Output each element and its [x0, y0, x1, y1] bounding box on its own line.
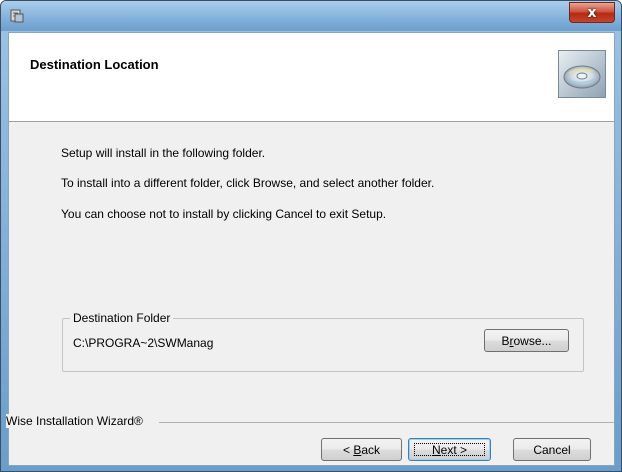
destination-path: C:\PROGRA~2\SWManag	[73, 336, 214, 350]
info-line-1: Setup will install in the following fold…	[61, 146, 266, 160]
title-bar[interactable]: x	[1, 1, 621, 31]
browse-label-b: owse...	[513, 333, 552, 348]
wizard-client-area: Destination Location Setup will install …	[6, 32, 615, 466]
setup-window: x Destination Location Setup will instal…	[0, 0, 622, 472]
footer-divider	[159, 422, 614, 423]
next-button[interactable]: Next >	[408, 438, 491, 461]
wizard-header: Destination Location	[9, 33, 614, 122]
installer-app-icon	[10, 9, 24, 23]
cancel-button[interactable]: Cancel	[513, 438, 591, 461]
info-line-2: To install into a different folder, clic…	[61, 176, 435, 190]
back-button[interactable]: < Back	[321, 438, 402, 461]
back-label-a: <	[342, 442, 354, 457]
cd-disc-icon	[558, 50, 606, 98]
destination-folder-group: Destination Folder C:\PROGRA~2\SWManag B…	[62, 311, 584, 372]
browse-label-a: B	[501, 333, 510, 348]
back-mnemonic: B	[353, 442, 362, 457]
close-button[interactable]: x	[569, 2, 615, 23]
focus-rectangle	[414, 443, 485, 456]
info-line-3: You can choose not to install by clickin…	[61, 207, 387, 221]
page-title: Destination Location	[30, 57, 159, 72]
destination-folder-label: Destination Folder	[70, 311, 174, 325]
close-icon: x	[587, 4, 597, 21]
back-label-b: ack	[361, 442, 381, 457]
cancel-label: Cancel	[533, 442, 571, 457]
brand-label: Wise Installation Wizard®	[6, 414, 146, 428]
browse-button[interactable]: Br owse...	[484, 329, 569, 352]
